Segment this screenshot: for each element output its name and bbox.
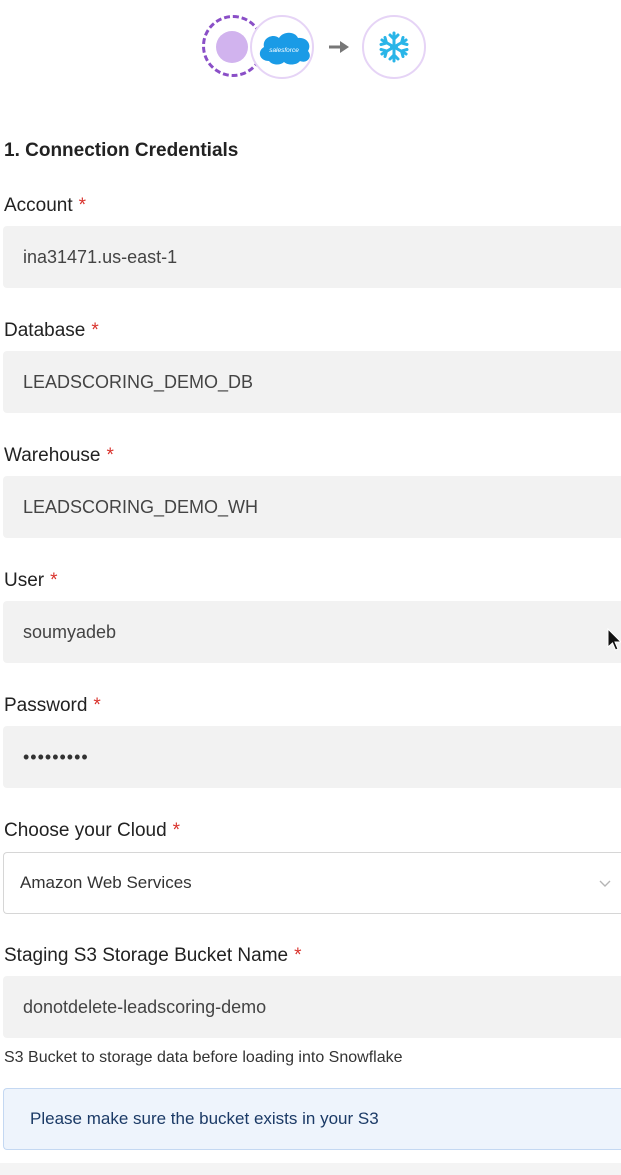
cloud-label-text: Choose your Cloud: [4, 820, 167, 841]
warehouse-label-text: Warehouse: [4, 445, 101, 466]
snowflake-icon: [379, 31, 409, 63]
bucket-label: Staging S3 Storage Bucket Name *: [4, 945, 302, 967]
database-label-text: Database: [4, 320, 86, 341]
database-input[interactable]: LEADSCORING_DEMO_DB: [3, 351, 621, 413]
connection-flow-header: salesforce: [200, 14, 440, 84]
cloud-select-value: Amazon Web Services: [20, 873, 192, 892]
user-label-text: User: [4, 570, 45, 591]
required-marker: *: [294, 945, 302, 966]
user-input[interactable]: soumyadeb: [3, 601, 621, 663]
password-label-text: Password: [4, 695, 88, 716]
bucket-notice-text: Please make sure the bucket exists in yo…: [30, 1109, 379, 1128]
destination-setup-page: salesforce 1. Connection Credentials Acc…: [0, 0, 621, 1175]
required-marker: *: [172, 820, 181, 841]
required-marker: *: [78, 195, 87, 216]
salesforce-wordmark: salesforce: [269, 47, 299, 54]
account-label-text: Account: [4, 195, 73, 216]
bottom-divider: [0, 1163, 621, 1175]
bucket-label-text: Staging S3 Storage Bucket Name: [4, 945, 289, 966]
cloud-label: Choose your Cloud *: [4, 820, 180, 842]
warehouse-label: Warehouse *: [4, 445, 114, 467]
arrow-right-icon: [329, 41, 349, 53]
salesforce-icon: salesforce: [259, 32, 310, 65]
cloud-select[interactable]: Amazon Web Services: [3, 852, 621, 914]
required-marker: *: [106, 445, 114, 466]
mouse-cursor-icon: [607, 628, 621, 651]
bucket-input[interactable]: donotdelete-leadscoring-demo: [3, 976, 621, 1038]
section-title: 1. Connection Credentials: [4, 140, 239, 161]
required-marker: *: [93, 695, 101, 716]
source-placeholder-icon: [216, 31, 248, 63]
database-label: Database *: [4, 320, 99, 342]
required-marker: *: [91, 320, 99, 341]
user-label: User *: [4, 570, 58, 592]
chevron-down-icon[interactable]: [599, 880, 611, 888]
bucket-notice: Please make sure the bucket exists in yo…: [3, 1088, 621, 1150]
warehouse-input[interactable]: LEADSCORING_DEMO_WH: [3, 476, 621, 538]
password-label: Password *: [4, 695, 101, 717]
account-label: Account *: [4, 195, 86, 217]
account-input[interactable]: ina31471.us-east-1: [3, 226, 621, 288]
source-group: salesforce: [200, 14, 318, 84]
password-input[interactable]: •••••••••: [3, 726, 621, 788]
required-marker: *: [50, 570, 58, 591]
bucket-help-text: S3 Bucket to storage data before loading…: [4, 1049, 403, 1066]
